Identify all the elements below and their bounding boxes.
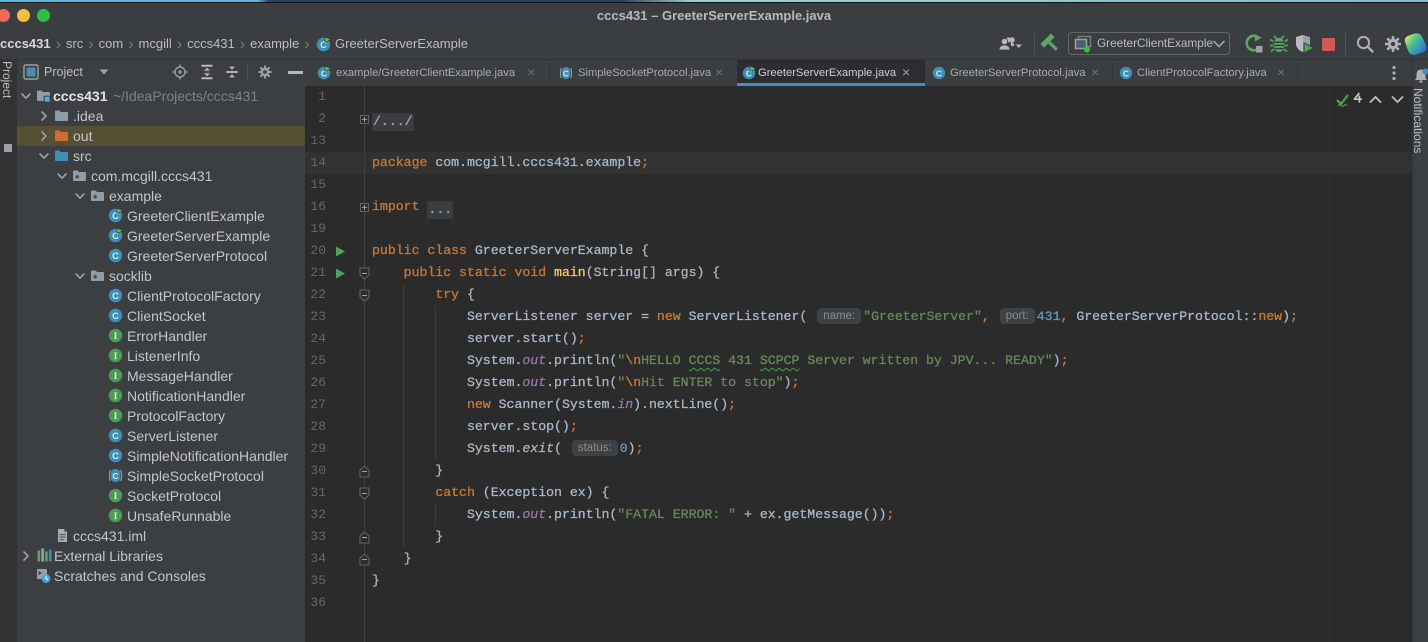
svg-text:I: I xyxy=(114,331,118,342)
svg-text:C: C xyxy=(563,68,569,78)
svg-text:I: I xyxy=(114,391,118,402)
svg-text:C: C xyxy=(112,451,119,461)
svg-text:I: I xyxy=(114,351,118,362)
svg-text:C: C xyxy=(112,431,119,441)
svg-text:C: C xyxy=(112,311,119,321)
svg-text:I: I xyxy=(114,411,118,422)
svg-text:C: C xyxy=(112,251,119,261)
svg-text:C: C xyxy=(936,69,943,79)
svg-text:C: C xyxy=(1123,69,1130,79)
svg-text:I: I xyxy=(114,491,118,502)
svg-text:C: C xyxy=(112,291,119,301)
svg-text:I: I xyxy=(114,371,118,382)
svg-text:I: I xyxy=(114,511,118,522)
svg-text:C: C xyxy=(112,471,118,481)
